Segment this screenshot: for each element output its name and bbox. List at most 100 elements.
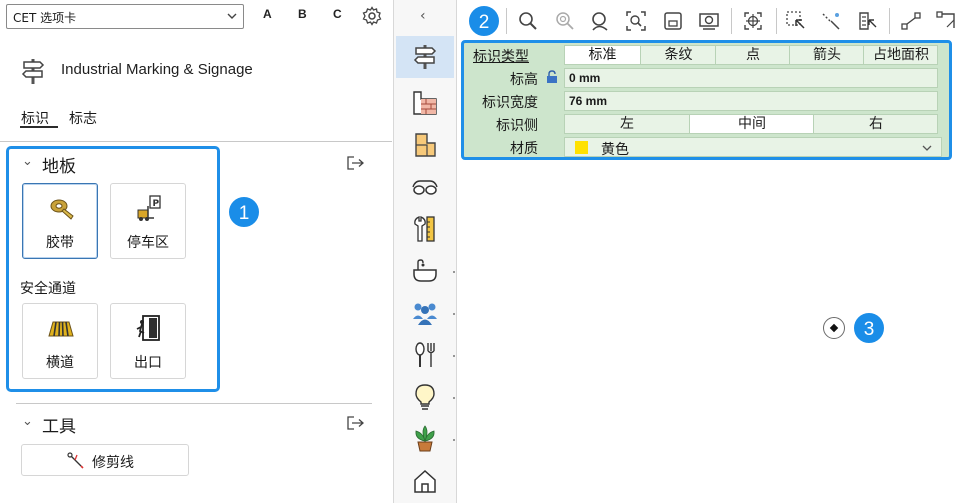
floorplan-icon bbox=[415, 133, 436, 157]
letter-c-button[interactable]: C bbox=[333, 7, 342, 21]
point-dot bbox=[829, 323, 839, 333]
toolbar-separator bbox=[506, 8, 507, 34]
type-option-stripe[interactable]: 条纹 bbox=[640, 46, 716, 64]
properties-list-icon[interactable] bbox=[856, 10, 878, 32]
tile-label: 出口 bbox=[134, 355, 162, 371]
export-icon[interactable] bbox=[347, 416, 365, 430]
side-option-right[interactable]: 右 bbox=[813, 115, 938, 133]
strip-signage-button[interactable] bbox=[396, 36, 454, 78]
letter-b-button[interactable]: B bbox=[298, 7, 307, 21]
zoom-selection-icon[interactable] bbox=[662, 10, 684, 32]
tile-exit[interactable]: 出口 bbox=[110, 303, 186, 379]
divider bbox=[0, 141, 392, 142]
tile-parking[interactable]: P 停车区 bbox=[110, 183, 186, 259]
signpost-icon bbox=[21, 59, 45, 84]
strip-bathroom-button[interactable] bbox=[396, 250, 454, 292]
letter-a-button[interactable]: A bbox=[263, 7, 272, 21]
gear-icon[interactable] bbox=[362, 6, 382, 26]
tile-label: 胶带 bbox=[46, 235, 74, 251]
zoom-icon[interactable] bbox=[517, 10, 539, 32]
strip-floorplan-button[interactable] bbox=[396, 124, 454, 166]
section-label-safety-path: 安全通道 bbox=[20, 281, 76, 297]
brick-wall-icon bbox=[413, 91, 437, 115]
zoom-extents-icon[interactable] bbox=[589, 10, 611, 32]
strip-lighting-button[interactable] bbox=[396, 376, 454, 418]
strip-kitchen-button[interactable] bbox=[396, 334, 454, 376]
select-window-icon[interactable] bbox=[785, 10, 807, 32]
strip-tools-button[interactable] bbox=[396, 208, 454, 250]
tile-label: 横道 bbox=[46, 355, 74, 371]
type-option-arrow[interactable]: 箭头 bbox=[789, 46, 864, 64]
export-icon[interactable] bbox=[347, 156, 365, 170]
type-segmented-control: 标准 条纹 点 箭头 占地面积 bbox=[564, 45, 938, 65]
kitchen-utensils-icon bbox=[415, 342, 435, 367]
group-title-tools[interactable]: 工具 bbox=[42, 412, 76, 437]
side-segmented-control: 左 中间 右 bbox=[564, 114, 938, 134]
potted-plant-icon bbox=[415, 425, 435, 452]
strip-people-button[interactable] bbox=[396, 292, 454, 334]
material-color-swatch bbox=[575, 141, 588, 154]
divider bbox=[16, 403, 372, 404]
strip-wall-button[interactable] bbox=[396, 82, 454, 124]
dimension-icon[interactable] bbox=[935, 10, 957, 32]
height-field[interactable]: 0 mm bbox=[564, 68, 938, 88]
subtab-sign[interactable]: 标志 bbox=[69, 108, 97, 128]
light-bulb-icon bbox=[415, 384, 435, 410]
callout-badge-1: 1 bbox=[227, 195, 261, 229]
page-title: Industrial Marking & Signage bbox=[61, 61, 253, 78]
side-option-left[interactable]: 左 bbox=[565, 115, 689, 133]
zoom-out-icon[interactable] bbox=[554, 10, 576, 32]
tab-select-dropdown[interactable]: CET 选项卡 bbox=[6, 4, 244, 29]
side-option-center[interactable]: 中间 bbox=[689, 115, 814, 133]
prop-label-material: 材质 bbox=[510, 141, 538, 157]
type-option-dot[interactable]: 点 bbox=[715, 46, 790, 64]
safety-glasses-icon bbox=[412, 180, 438, 195]
strip-home-button[interactable] bbox=[396, 460, 454, 502]
subtab-marking[interactable]: 标识 bbox=[21, 108, 49, 128]
width-value: 76 mm bbox=[569, 94, 608, 108]
zoom-previous-icon[interactable] bbox=[698, 10, 720, 32]
strip-plants-button[interactable] bbox=[396, 418, 454, 460]
strip-more-indicator bbox=[453, 313, 455, 315]
people-group-icon bbox=[413, 303, 437, 325]
snap-center-icon[interactable] bbox=[742, 10, 764, 32]
strip-more-indicator bbox=[453, 271, 455, 273]
chevron-down-icon bbox=[227, 13, 237, 19]
tab-select-value: CET 选项卡 bbox=[13, 11, 77, 25]
width-field[interactable]: 76 mm bbox=[564, 91, 938, 111]
top-toolbar: CET 选项卡 A B C bbox=[0, 0, 392, 34]
lock-icon[interactable] bbox=[545, 70, 559, 84]
subtab-active-indicator bbox=[20, 126, 58, 128]
callout-badge-2: 2 bbox=[467, 4, 501, 38]
type-option-footprint[interactable]: 占地面积 bbox=[863, 46, 938, 64]
wrench-ruler-icon bbox=[414, 216, 435, 242]
strip-more-indicator bbox=[453, 439, 455, 441]
zoom-window-icon[interactable] bbox=[625, 10, 647, 32]
strip-more-indicator bbox=[453, 355, 455, 357]
insertion-point[interactable] bbox=[823, 317, 845, 339]
select-lasso-icon[interactable] bbox=[820, 10, 842, 32]
signpost-icon bbox=[413, 45, 437, 69]
trim-line-button[interactable]: 修剪线 bbox=[21, 444, 189, 476]
type-option-standard[interactable]: 标准 bbox=[565, 46, 640, 64]
svg-text:P: P bbox=[153, 199, 160, 209]
toolbar-separator bbox=[889, 8, 890, 34]
callout-badge-3: 3 bbox=[852, 311, 886, 345]
left-panel: CET 选项卡 A B C Industrial Marking & Signa… bbox=[0, 0, 392, 503]
toolbar-separator bbox=[731, 8, 732, 34]
connect-points-icon[interactable] bbox=[900, 10, 922, 32]
collapse-panel-icon[interactable]: ‹ bbox=[420, 8, 426, 24]
strip-glasses-button[interactable] bbox=[396, 166, 454, 208]
group-collapse-chevron[interactable]: ⌄ bbox=[22, 414, 33, 429]
bathtub-icon bbox=[413, 259, 437, 282]
crosswalk-icon bbox=[48, 321, 74, 337]
material-value: 黄色 bbox=[601, 142, 629, 158]
material-dropdown[interactable]: 黄色 bbox=[564, 137, 942, 158]
prop-label-width: 标识宽度 bbox=[482, 95, 538, 111]
tile-label: 停车区 bbox=[127, 235, 169, 251]
tile-crosswalk[interactable]: 横道 bbox=[22, 303, 98, 379]
exit-door-icon bbox=[136, 315, 160, 341]
tile-tape[interactable]: 胶带 bbox=[22, 183, 98, 259]
height-value: 0 mm bbox=[569, 71, 601, 85]
forklift-icon: P bbox=[137, 195, 161, 221]
